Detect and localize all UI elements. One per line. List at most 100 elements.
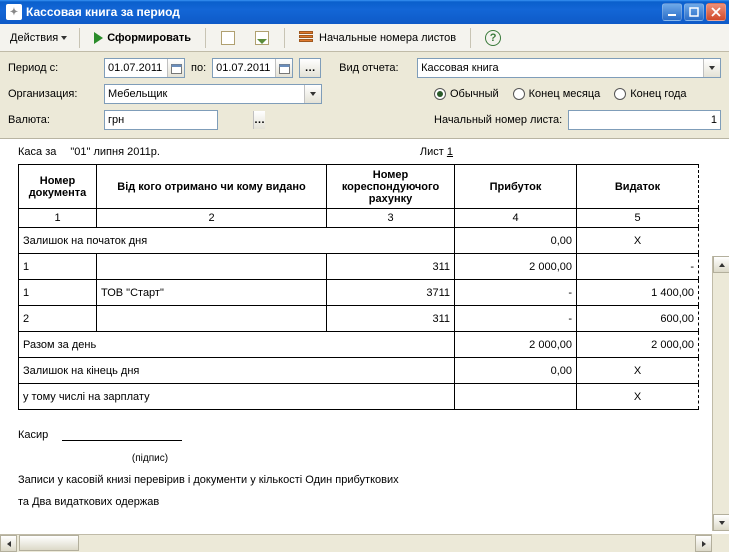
currency-field[interactable]: … bbox=[104, 110, 218, 130]
period-to-input[interactable] bbox=[213, 59, 275, 77]
ellipsis-icon[interactable]: … bbox=[253, 111, 265, 129]
actions-label: Действия bbox=[10, 32, 58, 44]
report-footer: Касир (підпис) Записи у касовій книзі пе… bbox=[18, 428, 698, 508]
actions-dropdown[interactable]: Действия bbox=[6, 30, 71, 46]
page-up-button[interactable] bbox=[214, 28, 242, 48]
table-row: у тому числі на зарплатуХ bbox=[19, 384, 699, 410]
org-input[interactable] bbox=[105, 85, 304, 103]
cell-out: Х bbox=[577, 358, 699, 384]
signature-caption: (підпис) bbox=[90, 453, 210, 464]
scroll-corner bbox=[712, 534, 729, 551]
idx-4: 4 bbox=[455, 209, 577, 228]
cell-in: 0,00 bbox=[455, 228, 577, 254]
filter-panel: Период с: по: … Вид отчета: Организация: bbox=[0, 52, 729, 139]
cell-span-label: Разом за день bbox=[19, 332, 455, 358]
report-type-label: Вид отчета: bbox=[339, 62, 411, 74]
col-doc: Номер документа bbox=[19, 165, 97, 209]
horizontal-scrollbar[interactable] bbox=[0, 534, 712, 551]
close-button[interactable] bbox=[706, 3, 726, 21]
initial-numbers-button[interactable]: Начальные номера листов bbox=[293, 29, 462, 47]
toolbar-separator bbox=[284, 28, 285, 48]
scroll-thumb[interactable] bbox=[19, 535, 79, 551]
dropdown-icon[interactable] bbox=[703, 59, 720, 77]
cell-span-label: Залишок на початок дня bbox=[19, 228, 455, 254]
org-label: Организация: bbox=[8, 88, 98, 100]
idx-2: 2 bbox=[97, 209, 327, 228]
kasa-label: Каса за bbox=[18, 146, 56, 158]
maximize-button[interactable] bbox=[684, 3, 704, 21]
app-icon: ✦ bbox=[6, 4, 22, 20]
help-icon: ? bbox=[485, 30, 501, 46]
radio-icon bbox=[434, 88, 446, 100]
mode-year-end-label: Конец года bbox=[630, 88, 686, 100]
toolbar-separator bbox=[470, 28, 471, 48]
cell-out: 600,00 bbox=[577, 306, 699, 332]
toolbar: Действия Сформировать Начальные номера л… bbox=[0, 24, 729, 52]
dropdown-icon[interactable] bbox=[304, 85, 321, 103]
cell-in: 2 000,00 bbox=[455, 332, 577, 358]
report-area: Каса за "01" липня 2011р. Лист 1 Номер д… bbox=[0, 139, 729, 528]
scroll-left-icon[interactable] bbox=[0, 535, 17, 552]
mode-usual[interactable]: Обычный bbox=[434, 88, 499, 100]
calendar-icon[interactable] bbox=[275, 59, 292, 77]
cell-doc: 2 bbox=[19, 306, 97, 332]
kasa-date: "01" липня 2011р. bbox=[70, 146, 160, 158]
list-no: 1 bbox=[447, 146, 453, 158]
footer-line-2: та Два видаткових одержав bbox=[18, 496, 698, 508]
scroll-down-icon[interactable] bbox=[713, 514, 729, 531]
cell-in bbox=[455, 384, 577, 410]
play-icon bbox=[94, 32, 103, 44]
cell-who bbox=[97, 306, 327, 332]
period-from-label: Период с: bbox=[8, 62, 98, 74]
period-from-field[interactable] bbox=[104, 58, 185, 78]
period-from-input[interactable] bbox=[105, 59, 167, 77]
org-field[interactable] bbox=[104, 84, 322, 104]
period-to-field[interactable] bbox=[212, 58, 293, 78]
page-down-icon bbox=[254, 30, 270, 46]
form-button[interactable]: Сформировать bbox=[88, 30, 197, 46]
col-acct: Номер кореспондуючого рахунку bbox=[327, 165, 455, 209]
signature-line bbox=[62, 428, 182, 441]
stack-icon bbox=[299, 31, 315, 45]
cell-in: - bbox=[455, 280, 577, 306]
mode-radio-group: Обычный Конец месяца Конец года bbox=[434, 88, 687, 100]
table-row: 13112 000,00- bbox=[19, 254, 699, 280]
cell-out: 1 400,00 bbox=[577, 280, 699, 306]
mode-year-end[interactable]: Конец года bbox=[614, 88, 686, 100]
start-page-field[interactable] bbox=[568, 110, 721, 130]
idx-3: 3 bbox=[327, 209, 455, 228]
table-row: Разом за день2 000,002 000,00 bbox=[19, 332, 699, 358]
table-row: Залишок на початок дня0,00Х bbox=[19, 228, 699, 254]
cell-out: Х bbox=[577, 228, 699, 254]
cell-acct: 311 bbox=[327, 306, 455, 332]
radio-icon bbox=[614, 88, 626, 100]
mode-month-end-label: Конец месяца bbox=[529, 88, 601, 100]
page-down-button[interactable] bbox=[248, 28, 276, 48]
report-type-input[interactable] bbox=[418, 59, 703, 77]
cell-acct: 311 bbox=[327, 254, 455, 280]
scroll-up-icon[interactable] bbox=[713, 256, 729, 273]
help-button[interactable]: ? bbox=[479, 28, 507, 48]
report-header: Каса за "01" липня 2011р. Лист 1 bbox=[18, 146, 711, 158]
start-page-input[interactable] bbox=[569, 111, 720, 129]
cell-span-label: у тому числі на зарплату bbox=[19, 384, 455, 410]
currency-input[interactable] bbox=[105, 111, 253, 129]
report-type-field[interactable] bbox=[417, 58, 721, 78]
footer-line-1: Записи у касовій книзі перевірив і докум… bbox=[18, 474, 698, 486]
table-row: 1ТОВ "Старт"3711-1 400,00 bbox=[19, 280, 699, 306]
scroll-right-icon[interactable] bbox=[695, 535, 712, 552]
vertical-scrollbar[interactable] bbox=[712, 256, 729, 531]
window-title: Кассовая книга за период bbox=[26, 5, 662, 19]
cell-span-label: Залишок на кінець дня bbox=[19, 358, 455, 384]
cell-out: - bbox=[577, 254, 699, 280]
chevron-down-icon bbox=[61, 36, 67, 40]
mode-month-end[interactable]: Конец месяца bbox=[513, 88, 601, 100]
col-who: Від кого отримано чи кому видано bbox=[97, 165, 327, 209]
calendar-icon[interactable] bbox=[167, 59, 184, 77]
cell-in: 2 000,00 bbox=[455, 254, 577, 280]
cell-who bbox=[97, 254, 327, 280]
toolbar-separator bbox=[79, 28, 80, 48]
period-picker-button[interactable]: … bbox=[299, 58, 321, 78]
cell-who: ТОВ "Старт" bbox=[97, 280, 327, 306]
minimize-button[interactable] bbox=[662, 3, 682, 21]
